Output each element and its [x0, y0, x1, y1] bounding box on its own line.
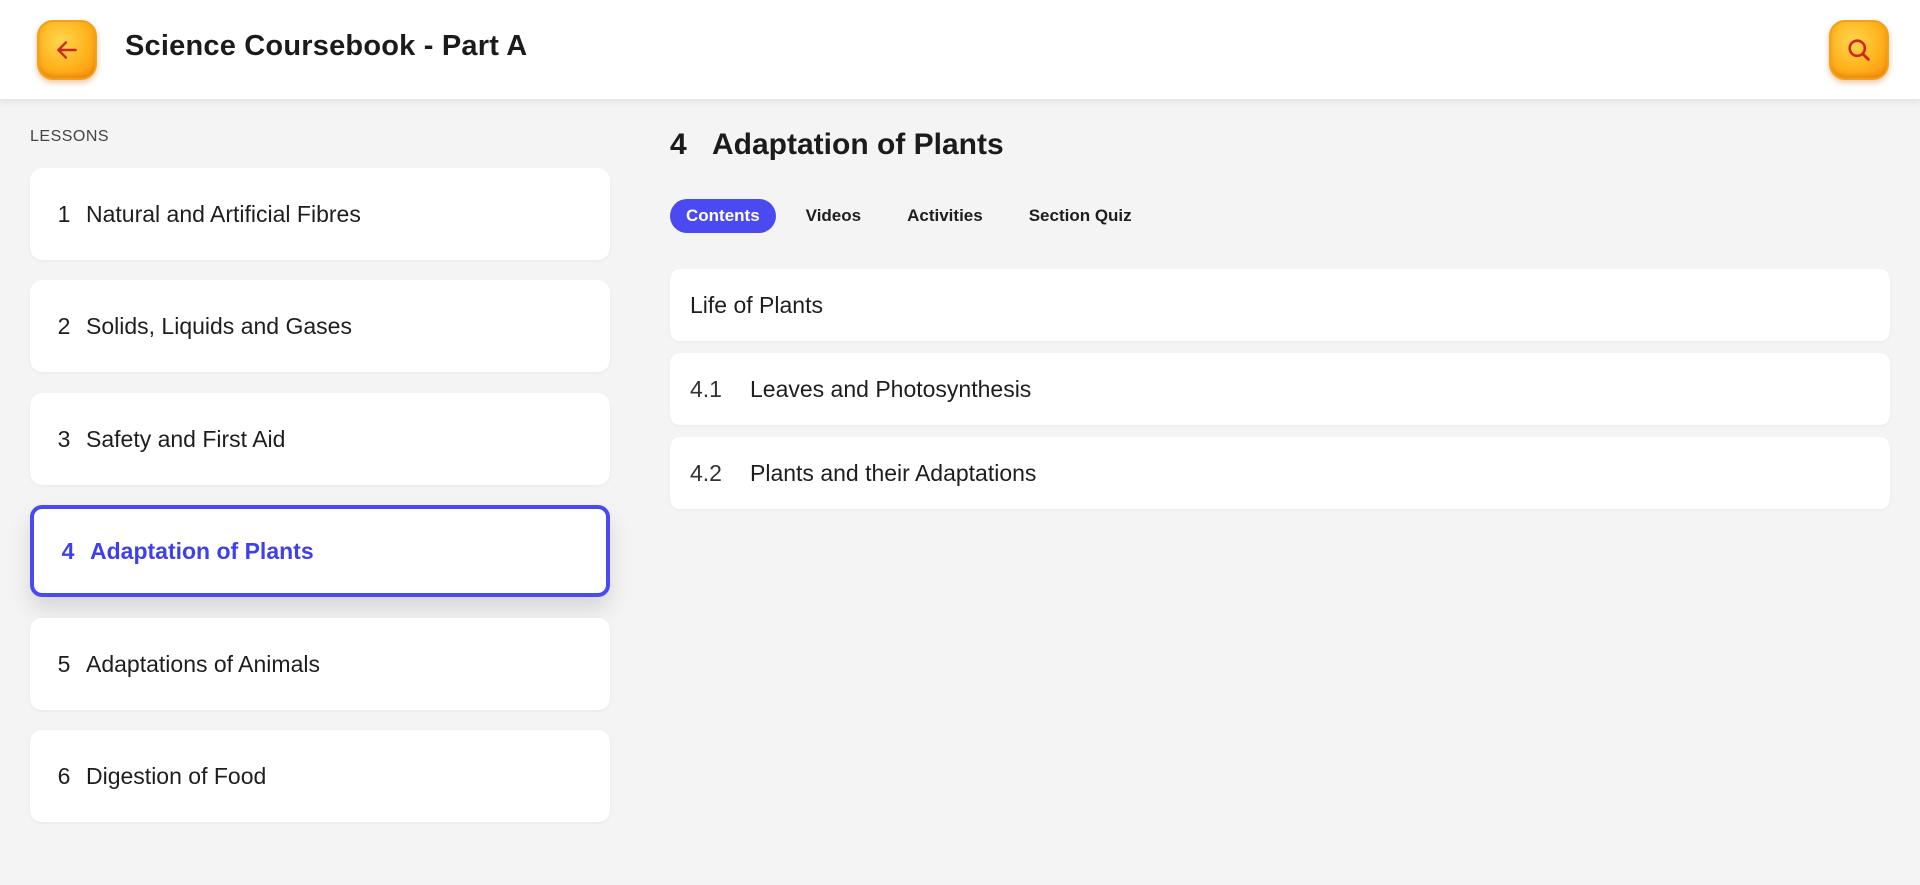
lesson-item-6[interactable]: 6 Digestion of Food	[30, 730, 610, 822]
contents-title: Leaves and Photosynthesis	[750, 375, 1032, 402]
section-tabs: Contents Videos Activities Section Quiz	[670, 199, 1162, 233]
section-heading: 4 Adaptation of Plants	[670, 128, 1004, 162]
lesson-number: 1	[57, 200, 71, 227]
tab-section-quiz[interactable]: Section Quiz	[1013, 199, 1148, 233]
contents-number: 4.1	[690, 375, 722, 402]
tab-activities[interactable]: Activities	[891, 199, 999, 233]
lesson-title: Solids, Liquids and Gases	[86, 312, 352, 339]
top-bar: Science Coursebook - Part A	[0, 0, 1920, 100]
contents-title: Life of Plants	[690, 291, 823, 318]
search-icon	[1848, 39, 1870, 61]
search-button[interactable]	[1829, 20, 1889, 80]
lesson-title: Adaptation of Plants	[90, 537, 314, 564]
section-number: 4	[670, 128, 687, 161]
lesson-number: 5	[57, 650, 71, 677]
contents-number: 4.2	[690, 459, 722, 486]
lesson-number: 3	[57, 425, 71, 452]
lesson-title: Natural and Artificial Fibres	[86, 200, 361, 227]
lesson-item-3[interactable]: 3 Safety and First Aid	[30, 393, 610, 485]
lesson-number: 2	[57, 312, 71, 339]
lesson-number: 4	[61, 537, 75, 564]
lesson-item-5[interactable]: 5 Adaptations of Animals	[30, 618, 610, 710]
lesson-item-1[interactable]: 1 Natural and Artificial Fibres	[30, 168, 610, 260]
lesson-title: Digestion of Food	[86, 762, 267, 789]
page-title: Science Coursebook - Part A	[125, 30, 528, 62]
lessons-label: LESSONS	[30, 128, 110, 145]
tab-videos[interactable]: Videos	[790, 199, 877, 233]
lesson-item-2[interactable]: 2 Solids, Liquids and Gases	[30, 280, 610, 372]
contents-item-life-of-plants[interactable]: Life of Plants	[670, 269, 1890, 341]
contents-item-4-1[interactable]: 4.1 Leaves and Photosynthesis	[670, 353, 1890, 425]
lesson-title: Safety and First Aid	[86, 425, 286, 452]
lesson-title: Adaptations of Animals	[86, 650, 320, 677]
tab-contents[interactable]: Contents	[670, 199, 776, 233]
section-title: Adaptation of Plants	[712, 128, 1004, 161]
contents-title: Plants and their Adaptations	[750, 459, 1037, 486]
contents-item-4-2[interactable]: 4.2 Plants and their Adaptations	[670, 437, 1890, 509]
lesson-item-4[interactable]: 4 Adaptation of Plants	[30, 505, 610, 597]
back-button[interactable]	[37, 20, 97, 80]
arrow-left-icon	[57, 41, 77, 59]
lesson-number: 6	[57, 762, 71, 789]
